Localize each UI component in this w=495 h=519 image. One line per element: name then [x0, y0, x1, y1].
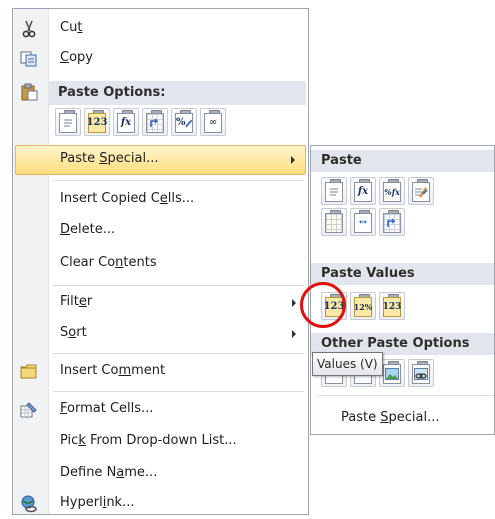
- menu-separator: [317, 395, 494, 396]
- menu-item-label: Cut: [60, 20, 83, 35]
- picture-icon: [383, 364, 401, 384]
- paste-button-values[interactable]: 123: [321, 292, 347, 320]
- paste-clipboard-icon: [20, 83, 38, 101]
- menu-separator: [53, 391, 304, 392]
- paste-button-keep-column-widths[interactable]: ↔: [350, 208, 376, 236]
- paste-options-header: Paste Options:: [49, 81, 306, 105]
- scissors-icon: [20, 20, 38, 38]
- menu-item-label: Format Cells...: [60, 401, 154, 416]
- formatting-icon: %: [175, 113, 193, 133]
- menu-item-label: Sort: [60, 325, 87, 340]
- menu-item-label: Insert Comment: [60, 363, 166, 378]
- menu-item-label: Clear Contents: [60, 255, 157, 270]
- menu-item-copy[interactable]: Copy: [15, 44, 306, 74]
- menu-item-insert-comment[interactable]: Insert Comment: [15, 357, 306, 387]
- paste-button-linked-picture[interactable]: [408, 359, 434, 387]
- paste-button-no-borders[interactable]: [321, 208, 347, 236]
- menu-item-pick-from-list[interactable]: Pick From Drop-down List...: [15, 427, 306, 457]
- transpose-icon: [383, 213, 401, 233]
- menu-item-label: Pick From Drop-down List...: [60, 433, 237, 448]
- paste-option-paste-link[interactable]: ∞: [200, 108, 226, 136]
- values-number-formatting-icon: 12%: [354, 297, 372, 317]
- menu-item-insert-copied-cells[interactable]: Insert Copied Cells...: [15, 185, 306, 215]
- paste-button-formulas[interactable]: fx: [350, 177, 376, 205]
- format-cells-icon: [20, 401, 38, 419]
- paste-option-formulas[interactable]: fx: [113, 108, 139, 136]
- menu-item-cut[interactable]: Cut: [15, 14, 306, 44]
- no-borders-icon: [325, 213, 343, 233]
- paste-section-header: Paste: [311, 150, 494, 172]
- menu-item-define-name[interactable]: Define Name...: [15, 459, 306, 489]
- formulas-icon: fx: [117, 113, 135, 133]
- hyperlink-icon: [20, 495, 38, 513]
- paste-special-submenu: Paste fx %fx ↔ Paste Values 123 12% 123 …: [310, 145, 495, 435]
- menu-item-delete[interactable]: Delete...: [15, 216, 306, 246]
- formulas-icon: fx: [354, 182, 372, 202]
- paste-values-section-header: Paste Values: [311, 263, 494, 285]
- menu-separator: [53, 353, 304, 354]
- menu-item-label: Copy: [60, 50, 93, 65]
- paste-button-keep-source-formatting[interactable]: [408, 177, 434, 205]
- link-icon: ∞: [204, 113, 222, 133]
- tooltip: Values (V): [312, 352, 383, 376]
- transpose-icon: [146, 113, 164, 133]
- comment-icon: [20, 363, 38, 381]
- menu-item-label: Filter: [60, 294, 93, 309]
- context-menu: Cut Copy Paste Options: 123 fx % ∞ Paste…: [12, 8, 309, 515]
- paste-icon: [59, 113, 77, 133]
- paste-button-paste[interactable]: [321, 177, 347, 205]
- menu-item-clear-contents[interactable]: Clear Contents: [15, 249, 306, 279]
- paste-option-paste[interactable]: [55, 108, 81, 136]
- menu-item-paste-special[interactable]: Paste Special...: [15, 145, 306, 175]
- formulas-number-formatting-icon: %fx: [383, 182, 401, 202]
- menu-item-label: Paste Special...: [60, 151, 159, 166]
- paste-button-values-source-formatting[interactable]: 123: [379, 292, 405, 320]
- menu-item-filter[interactable]: Filter: [15, 288, 306, 318]
- keep-source-formatting-icon: [412, 182, 430, 202]
- submenu-arrow-icon: [292, 299, 296, 307]
- submenu-item-paste-special[interactable]: Paste Special...: [341, 410, 439, 425]
- paste-button-transpose[interactable]: [379, 208, 405, 236]
- paste-icon: [325, 182, 343, 202]
- menu-item-sort[interactable]: Sort: [15, 319, 306, 349]
- paste-option-transpose[interactable]: [142, 108, 168, 136]
- column-widths-icon: ↔: [354, 213, 372, 233]
- submenu-arrow-icon: [291, 156, 295, 164]
- menu-item-label: Define Name...: [60, 465, 158, 480]
- menu-item-label: Delete...: [60, 222, 116, 237]
- paste-button-values-number-formatting[interactable]: 12%: [350, 292, 376, 320]
- menu-separator: [53, 180, 304, 181]
- values-source-formatting-icon: 123: [383, 297, 401, 317]
- values-icon: 123: [87, 113, 107, 133]
- linked-picture-icon: [412, 364, 430, 384]
- copy-icon: [20, 50, 38, 68]
- menu-item-format-cells[interactable]: Format Cells...: [15, 395, 306, 425]
- menu-item-label: Hyperlink...: [60, 495, 135, 510]
- paste-option-values[interactable]: 123: [84, 108, 110, 136]
- menu-separator: [53, 285, 304, 286]
- submenu-arrow-icon: [292, 330, 296, 338]
- values-icon: 123: [324, 297, 344, 317]
- menu-item-label: Insert Copied Cells...: [60, 191, 195, 206]
- paste-option-formatting[interactable]: %: [171, 108, 197, 136]
- paste-button-formulas-number-formatting[interactable]: %fx: [379, 177, 405, 205]
- paste-button-picture[interactable]: [379, 359, 405, 387]
